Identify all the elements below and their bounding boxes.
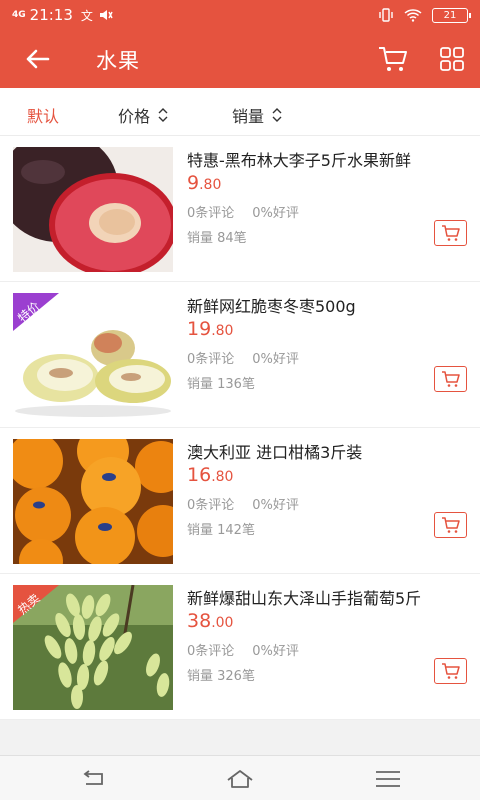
cart-icon bbox=[441, 663, 460, 679]
top-navbar: 水果 bbox=[0, 30, 480, 88]
product-sales: 销量 84笔 bbox=[187, 231, 247, 246]
cart-icon bbox=[441, 371, 460, 387]
good-rate: 0%好评 bbox=[252, 644, 299, 659]
product-item[interactable]: 热卖 新鲜爆甜山东大泽山手指葡萄5斤 38.00 0条评论 0%好评 销量 326… bbox=[0, 574, 480, 720]
page-title: 水果 bbox=[96, 49, 140, 73]
grid-view-icon[interactable] bbox=[440, 47, 464, 71]
sort-arrows-icon bbox=[272, 108, 282, 122]
product-sales: 销量 136笔 bbox=[187, 377, 255, 392]
product-name[interactable]: 澳大利亚 进口柑橘3斤装 bbox=[187, 439, 362, 463]
product-list: 特惠-黑布林大李子5斤水果新鲜 9.80 0条评论 0%好评 销量 84笔 特价… bbox=[0, 136, 480, 720]
back-arrow-icon[interactable] bbox=[22, 44, 52, 74]
sort-default-tab[interactable]: 默认 bbox=[27, 103, 59, 127]
vibrate-icon bbox=[379, 8, 393, 22]
product-review-stats: 0条评论 0%好评 bbox=[187, 202, 299, 221]
add-to-cart-button[interactable] bbox=[434, 512, 467, 538]
product-image-orange[interactable] bbox=[13, 439, 173, 564]
review-count: 0条评论 bbox=[187, 644, 235, 659]
sort-sales-tab[interactable]: 销量 bbox=[232, 103, 282, 127]
sort-arrows-icon bbox=[158, 108, 168, 122]
review-count: 0条评论 bbox=[187, 206, 235, 221]
add-to-cart-button[interactable] bbox=[434, 220, 467, 246]
system-navigation-bar bbox=[0, 755, 480, 800]
cart-icon bbox=[441, 225, 460, 241]
mute-icon bbox=[99, 10, 113, 20]
product-price: 16.80 bbox=[187, 464, 234, 486]
sort-price-label: 价格 bbox=[118, 107, 151, 126]
add-to-cart-button[interactable] bbox=[434, 366, 467, 392]
product-image-grape[interactable]: 热卖 bbox=[13, 585, 173, 710]
product-image-plum[interactable] bbox=[13, 147, 173, 272]
product-review-stats: 0条评论 0%好评 bbox=[187, 494, 299, 513]
good-rate: 0%好评 bbox=[252, 498, 299, 513]
promo-tag: 特价 bbox=[13, 293, 59, 331]
hot-tag: 热卖 bbox=[13, 585, 59, 623]
good-rate: 0%好评 bbox=[252, 352, 299, 367]
sort-sales-label: 销量 bbox=[232, 107, 265, 126]
product-item[interactable]: 特价 新鲜网红脆枣冬枣500g 19.80 0条评论 0%好评 销量 136笔 bbox=[0, 282, 480, 428]
battery-level: 21 bbox=[443, 9, 457, 21]
product-price: 38.00 bbox=[187, 610, 234, 632]
sort-bar: 默认 价格 销量 bbox=[0, 88, 480, 136]
product-name[interactable]: 特惠-黑布林大李子5斤水果新鲜 bbox=[187, 147, 411, 171]
product-review-stats: 0条评论 0%好评 bbox=[187, 348, 299, 367]
sort-default-label: 默认 bbox=[27, 107, 60, 126]
review-count: 0条评论 bbox=[187, 498, 235, 513]
menu-icon[interactable] bbox=[374, 768, 402, 790]
wifi-icon bbox=[404, 9, 422, 22]
product-sales: 销量 142笔 bbox=[187, 523, 255, 538]
review-count: 0条评论 bbox=[187, 352, 235, 367]
product-name[interactable]: 新鲜网红脆枣冬枣500g bbox=[187, 293, 356, 317]
good-rate: 0%好评 bbox=[252, 206, 299, 221]
product-image-jujube[interactable]: 特价 bbox=[13, 293, 173, 418]
product-review-stats: 0条评论 0%好评 bbox=[187, 640, 299, 659]
back-icon[interactable] bbox=[80, 768, 108, 790]
signal-indicator: 4G bbox=[12, 9, 26, 20]
product-name[interactable]: 新鲜爆甜山东大泽山手指葡萄5斤 bbox=[187, 585, 421, 609]
add-to-cart-button[interactable] bbox=[434, 658, 467, 684]
cart-icon bbox=[441, 517, 460, 533]
product-price: 9.80 bbox=[187, 172, 222, 194]
clock: 21:13 bbox=[29, 6, 73, 24]
input-method-indicator: 文 bbox=[80, 8, 93, 23]
product-item[interactable]: 澳大利亚 进口柑橘3斤装 16.80 0条评论 0%好评 销量 142笔 bbox=[0, 428, 480, 574]
product-sales: 销量 326笔 bbox=[187, 669, 255, 684]
product-item[interactable]: 特惠-黑布林大李子5斤水果新鲜 9.80 0条评论 0%好评 销量 84笔 bbox=[0, 136, 480, 282]
product-price: 19.80 bbox=[187, 318, 234, 340]
cart-icon[interactable] bbox=[378, 45, 408, 73]
battery-icon: 21 bbox=[432, 7, 471, 23]
home-icon[interactable] bbox=[226, 768, 254, 790]
status-bar: 4G 21:13 文 21 bbox=[0, 0, 480, 30]
sort-price-tab[interactable]: 价格 bbox=[118, 103, 168, 127]
